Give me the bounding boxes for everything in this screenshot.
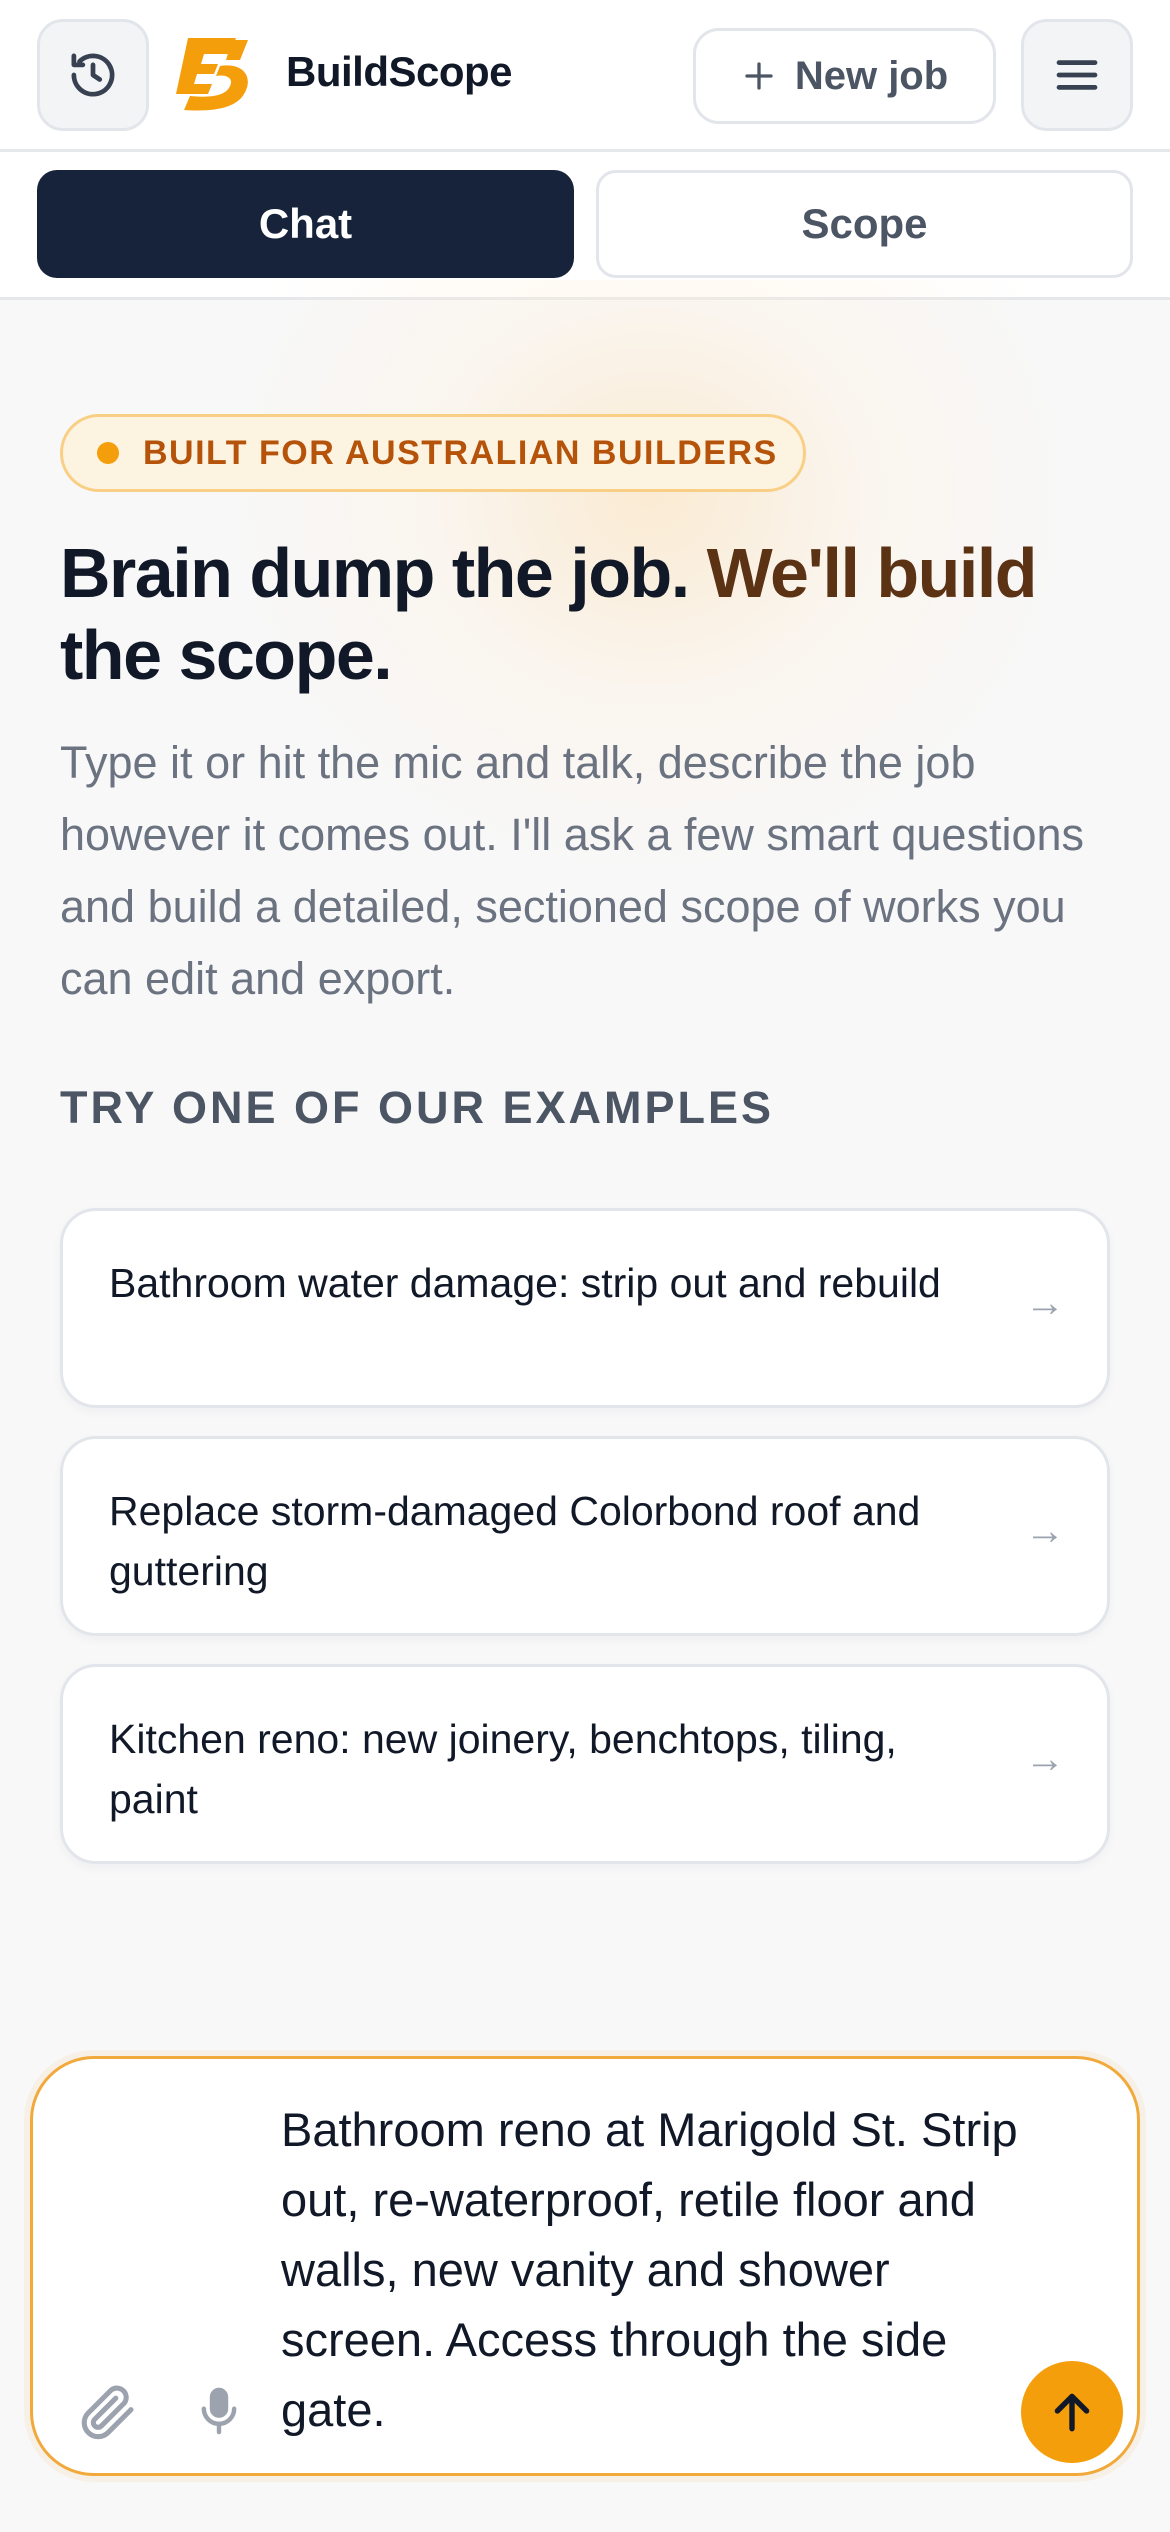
arrow-right-icon: →	[1025, 1281, 1065, 1325]
tab-scope[interactable]: Scope	[596, 170, 1133, 278]
example-card[interactable]: Bathroom water damage: strip out and reb…	[60, 1208, 1110, 1408]
send-button[interactable]	[1021, 2361, 1123, 2463]
tab-chat[interactable]: Chat	[37, 170, 574, 278]
message-input[interactable]: Bathroom reno at Marigold St. Strip out,…	[281, 2095, 1041, 2445]
example-card[interactable]: Kitchen reno: new joinery, benchtops, ti…	[60, 1664, 1110, 1864]
hero-description: Type it or hit the mic and talk, describ…	[60, 737, 1085, 1004]
arrow-right-icon: →	[1025, 1737, 1065, 1781]
example-label: Replace storm-damaged Colorbond roof and…	[109, 1488, 921, 1594]
example-card[interactable]: Replace storm-damaged Colorbond roof and…	[60, 1436, 1110, 1636]
new-job-label: New job	[794, 53, 949, 98]
attach-button[interactable]	[75, 2379, 139, 2443]
mic-button[interactable]	[191, 2379, 247, 2443]
view-tabs: Chat Scope	[0, 152, 1170, 300]
paperclip-icon	[81, 2385, 134, 2440]
example-label: Kitchen reno: new joinery, benchtops, ti…	[109, 1716, 897, 1822]
headline-accent: We'll build	[706, 534, 1038, 612]
audience-badge: BUILT FOR AUSTRALIAN BUILDERS	[60, 414, 806, 492]
top-bar: BuildScope New job	[0, 0, 1170, 152]
app-screen: BuildScope New job Chat Scope BUILT FOR …	[0, 0, 1170, 2532]
arrow-right-icon: →	[1025, 1509, 1065, 1553]
arrow-up-icon	[1054, 2393, 1090, 2432]
examples-heading: TRY ONE OF OUR EXAMPLES	[60, 1082, 775, 1133]
hamburger-icon	[1056, 60, 1098, 90]
history-icon	[71, 53, 115, 97]
menu-button[interactable]	[1021, 19, 1133, 131]
brand-name: BuildScope	[286, 48, 513, 95]
badge-label: BUILT FOR AUSTRALIAN BUILDERS	[143, 433, 778, 472]
message-composer[interactable]: Bathroom reno at Marigold St. Strip out,…	[30, 2056, 1140, 2476]
hero-headline: Brain dump the job. We'll build the scop…	[60, 532, 1120, 696]
buildscope-logo	[176, 38, 248, 111]
plus-icon	[745, 62, 773, 90]
history-button[interactable]	[37, 19, 149, 131]
headline-main: Brain dump the job.	[60, 534, 690, 612]
new-job-button[interactable]: New job	[693, 28, 996, 124]
headline-end: the scope.	[60, 616, 393, 694]
badge-dot-icon	[97, 442, 119, 464]
microphone-icon	[201, 2387, 237, 2435]
example-label: Bathroom water damage: strip out and reb…	[109, 1260, 941, 1306]
